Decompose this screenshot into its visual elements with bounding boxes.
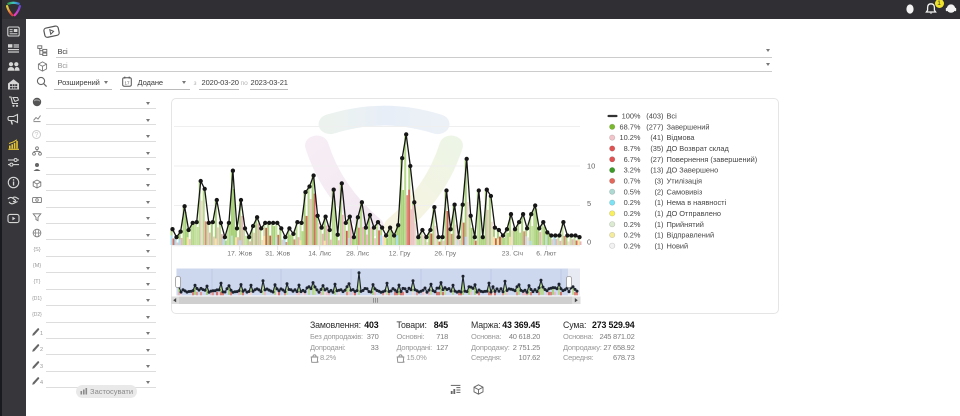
- svg-text:26. Гру: 26. Гру: [434, 251, 456, 258]
- svg-text:8.7%: 8.7%: [624, 144, 641, 153]
- svg-text:ДО Возврат склад: ДО Возврат склад: [667, 144, 730, 153]
- svg-text:ДО Отправлено: ДО Отправлено: [667, 209, 722, 218]
- svg-text:10.2%: 10.2%: [620, 133, 641, 142]
- svg-text:Самовивіз: Самовивіз: [667, 187, 703, 196]
- svg-text:0.7%: 0.7%: [624, 177, 641, 186]
- svg-text:(35): (35): [650, 144, 663, 153]
- svg-text:0.2%: 0.2%: [624, 209, 641, 218]
- svg-text:31. Жов: 31. Жов: [265, 251, 290, 258]
- svg-text:(277): (277): [646, 122, 663, 131]
- svg-text:ДО Завершено: ДО Завершено: [667, 166, 719, 175]
- svg-text:0.2%: 0.2%: [624, 231, 641, 240]
- svg-text:(2): (2): [654, 187, 663, 196]
- svg-text:(1): (1): [654, 220, 663, 229]
- svg-text:23. Січ: 23. Січ: [502, 250, 524, 258]
- svg-text:(1): (1): [654, 209, 663, 218]
- svg-text:(1): (1): [654, 231, 663, 240]
- svg-text:Повернення (завершений): Повернення (завершений): [667, 155, 758, 164]
- svg-text:10: 10: [587, 162, 595, 171]
- svg-text:28. Лис: 28. Лис: [346, 251, 370, 258]
- svg-text:14. Лис: 14. Лис: [308, 251, 332, 258]
- svg-text:(3): (3): [654, 177, 663, 186]
- svg-text:12. Гру: 12. Гру: [389, 251, 411, 258]
- svg-text:(27): (27): [650, 155, 663, 164]
- svg-text:3.2%: 3.2%: [624, 166, 641, 175]
- svg-text:0.2%: 0.2%: [624, 241, 641, 250]
- svg-text:0.2%: 0.2%: [624, 220, 641, 229]
- svg-text:5: 5: [587, 199, 591, 208]
- svg-text:0.5%: 0.5%: [624, 187, 641, 196]
- svg-text:(403): (403): [646, 112, 663, 121]
- svg-text:Відмова: Відмова: [667, 133, 696, 142]
- svg-text:Новий: Новий: [667, 241, 689, 250]
- svg-text:6.7%: 6.7%: [624, 155, 641, 164]
- svg-text:100%: 100%: [622, 112, 641, 121]
- svg-text:17. Жов: 17. Жов: [227, 251, 252, 258]
- svg-text:Прийнятий: Прийнятий: [667, 220, 704, 229]
- svg-text:6. Лют: 6. Лют: [536, 251, 556, 258]
- svg-text:x: x: [403, 360, 405, 363]
- svg-text:68.7%: 68.7%: [620, 122, 641, 131]
- svg-text:Всі: Всі: [667, 112, 678, 121]
- svg-text:(13): (13): [650, 166, 663, 175]
- svg-text:(1): (1): [654, 198, 663, 207]
- svg-text:(1): (1): [654, 241, 663, 250]
- svg-text:Завершений: Завершений: [667, 122, 710, 131]
- svg-text:Утилізація: Утилізація: [667, 177, 703, 186]
- svg-text:0.2%: 0.2%: [624, 198, 641, 207]
- svg-text:x: x: [317, 360, 319, 363]
- svg-text:0: 0: [587, 238, 591, 247]
- svg-text:Відправлений: Відправлений: [667, 231, 715, 240]
- svg-text:(41): (41): [650, 133, 663, 142]
- svg-text:Нема в наявності: Нема в наявності: [667, 198, 727, 207]
